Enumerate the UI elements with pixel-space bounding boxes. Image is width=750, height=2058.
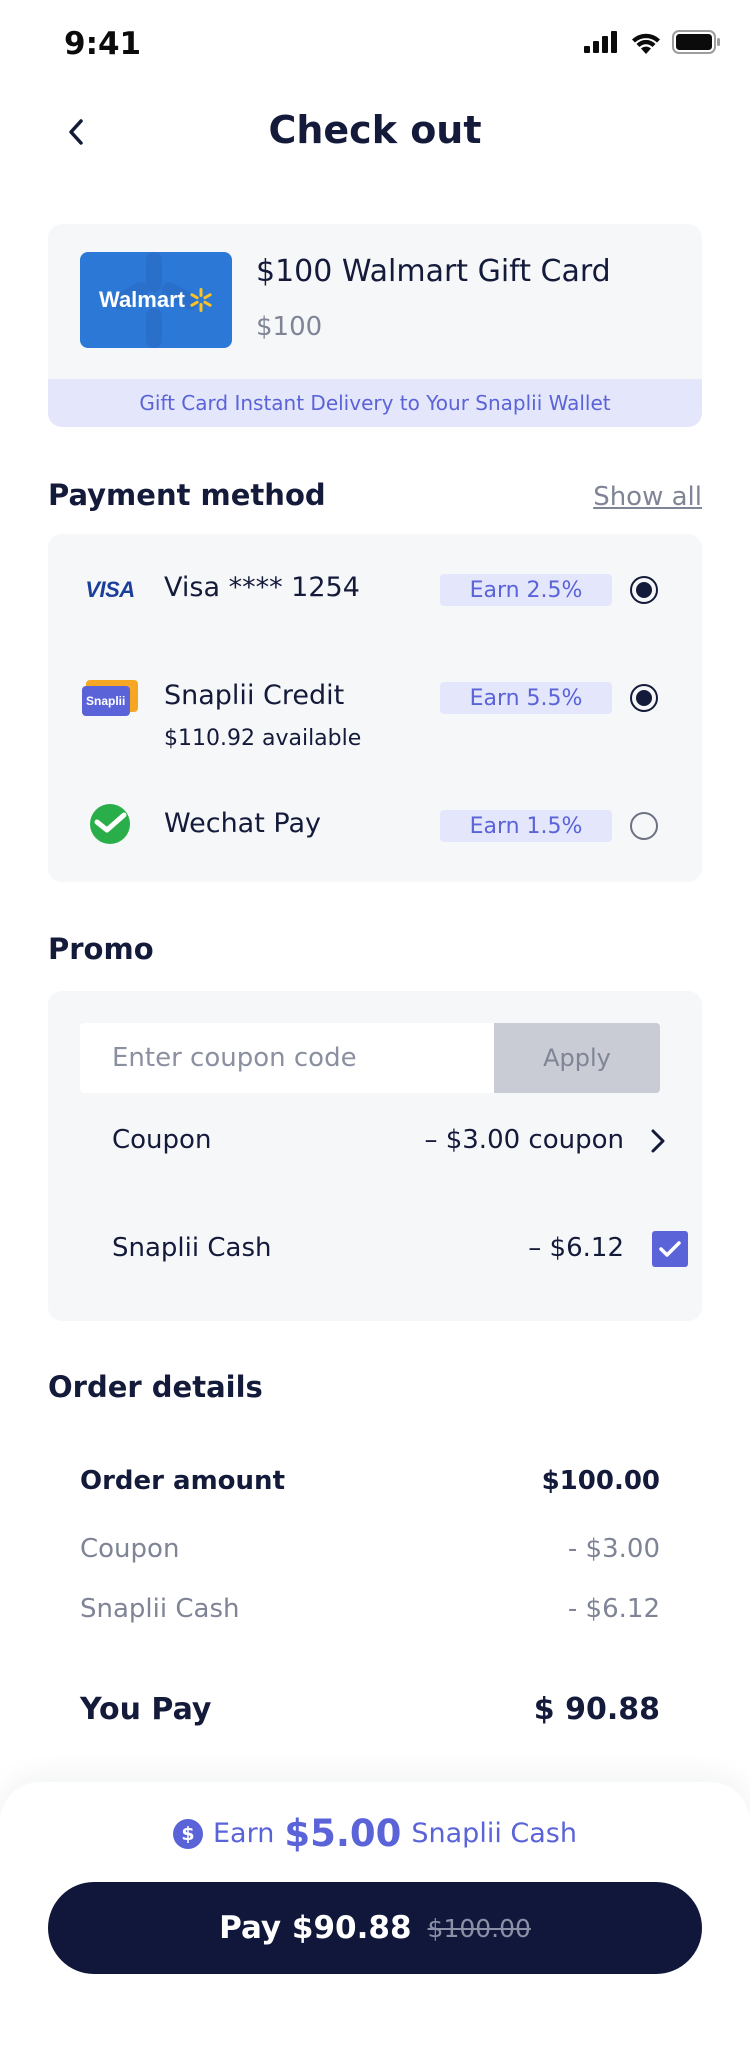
visa-logo-icon: VISA bbox=[85, 577, 135, 602]
pay-button-label: Pay $90.88 bbox=[219, 1910, 412, 1946]
coupon-label: Coupon bbox=[112, 1125, 212, 1155]
radio-unselected[interactable] bbox=[630, 812, 658, 840]
coupon-row[interactable]: Coupon – $3.00 coupon bbox=[112, 1119, 672, 1163]
order-row-value: - $6.12 bbox=[567, 1594, 660, 1624]
earn-rate-badge: Earn 2.5% bbox=[440, 574, 612, 606]
pay-button[interactable]: Pay $90.88 $100.00 bbox=[48, 1882, 702, 1974]
status-time: 9:41 bbox=[64, 26, 142, 62]
order-row-label: Snaplii Cash bbox=[80, 1594, 240, 1624]
payment-option-snaplii-credit[interactable]: Snaplii Snaplii Credit $110.92 available… bbox=[48, 668, 702, 751]
wechat-pay-logo-icon bbox=[80, 804, 140, 846]
cellular-signal-icon bbox=[584, 31, 617, 53]
checkout-footer: $ Earn $5.00 Snaplii Cash Pay $90.88 $10… bbox=[0, 1782, 750, 2058]
promo-panel: Apply Coupon – $3.00 coupon Snaplii Cash… bbox=[48, 991, 702, 1321]
order-row-label: Order amount bbox=[80, 1466, 285, 1496]
snaplii-cash-label: Snaplii Cash bbox=[112, 1233, 272, 1263]
earn-rate-badge: Earn 5.5% bbox=[440, 682, 612, 714]
show-all-link[interactable]: Show all bbox=[593, 482, 702, 512]
payment-option-name: Wechat Pay bbox=[164, 808, 321, 839]
earn-rate-badge: Earn 1.5% bbox=[440, 810, 612, 842]
order-row-label: Coupon bbox=[80, 1534, 180, 1564]
order-details-title: Order details bbox=[48, 1370, 263, 1404]
payment-method-title: Payment method bbox=[48, 478, 326, 512]
earn-suffix: Snaplii Cash bbox=[411, 1818, 577, 1849]
you-pay-label: You Pay bbox=[80, 1692, 212, 1727]
order-row-value: $100.00 bbox=[541, 1466, 660, 1496]
original-price: $100.00 bbox=[427, 1913, 531, 1943]
nav-header: Check out bbox=[0, 100, 750, 166]
payment-methods-panel: VISA Visa **** 1254 Earn 2.5% Snaplii Sn… bbox=[48, 534, 702, 882]
order-coupon-row: Coupon - $3.00 bbox=[80, 1530, 660, 1570]
status-bar: 9:41 bbox=[0, 0, 750, 90]
battery-icon bbox=[672, 30, 720, 54]
payment-option-name: Snaplii Credit bbox=[164, 680, 345, 711]
radio-selected[interactable] bbox=[630, 684, 658, 712]
radio-selected[interactable] bbox=[630, 576, 658, 604]
snaplii-cash-value: – $6.12 bbox=[528, 1233, 624, 1263]
available-credit: $110.92 available bbox=[164, 726, 362, 751]
coupon-code-input[interactable] bbox=[80, 1023, 500, 1093]
promo-title: Promo bbox=[48, 932, 154, 966]
product-price: $100 bbox=[256, 312, 323, 342]
walmart-logo: Walmart bbox=[99, 287, 213, 313]
snaplii-credit-logo-icon: Snaplii bbox=[80, 678, 140, 718]
earn-amount: $5.00 bbox=[284, 1812, 402, 1855]
payment-option-visa[interactable]: VISA Visa **** 1254 Earn 2.5% bbox=[48, 560, 702, 620]
apply-button[interactable]: Apply bbox=[494, 1023, 660, 1093]
payment-option-wechat-pay[interactable]: Wechat Pay Earn 1.5% bbox=[48, 796, 702, 856]
walmart-spark-icon bbox=[190, 288, 212, 312]
product-name: $100 Walmart Gift Card bbox=[256, 254, 611, 289]
chevron-right-icon[interactable] bbox=[644, 1127, 672, 1155]
snaplii-cash-row: Snaplii Cash – $6.12 bbox=[112, 1227, 688, 1271]
earn-reward-line: $ Earn $5.00 Snaplii Cash bbox=[0, 1812, 750, 1855]
dollar-coin-icon: $ bbox=[173, 1818, 203, 1849]
snaplii-cash-checkbox[interactable] bbox=[652, 1231, 688, 1267]
payment-option-name: Visa **** 1254 bbox=[164, 572, 360, 603]
earn-prefix: Earn bbox=[213, 1818, 275, 1849]
walmart-gift-card-image: Walmart bbox=[80, 252, 232, 348]
delivery-note: Gift Card Instant Delivery to Your Snapl… bbox=[48, 379, 702, 427]
order-snaplii-cash-row: Snaplii Cash - $6.12 bbox=[80, 1590, 660, 1630]
order-row-value: - $3.00 bbox=[567, 1534, 660, 1564]
status-icons bbox=[584, 30, 722, 54]
coupon-value: – $3.00 coupon bbox=[424, 1125, 624, 1155]
you-pay-row: You Pay $ 90.88 bbox=[80, 1688, 660, 1728]
you-pay-value: $ 90.88 bbox=[533, 1692, 660, 1727]
page-title: Check out bbox=[268, 108, 482, 152]
product-card: Walmart $100 Walmart Gift Card $100 Gift… bbox=[48, 224, 702, 427]
wifi-icon bbox=[632, 33, 660, 54]
order-amount-row: Order amount $100.00 bbox=[80, 1462, 660, 1502]
checkmark-icon bbox=[659, 1241, 681, 1257]
